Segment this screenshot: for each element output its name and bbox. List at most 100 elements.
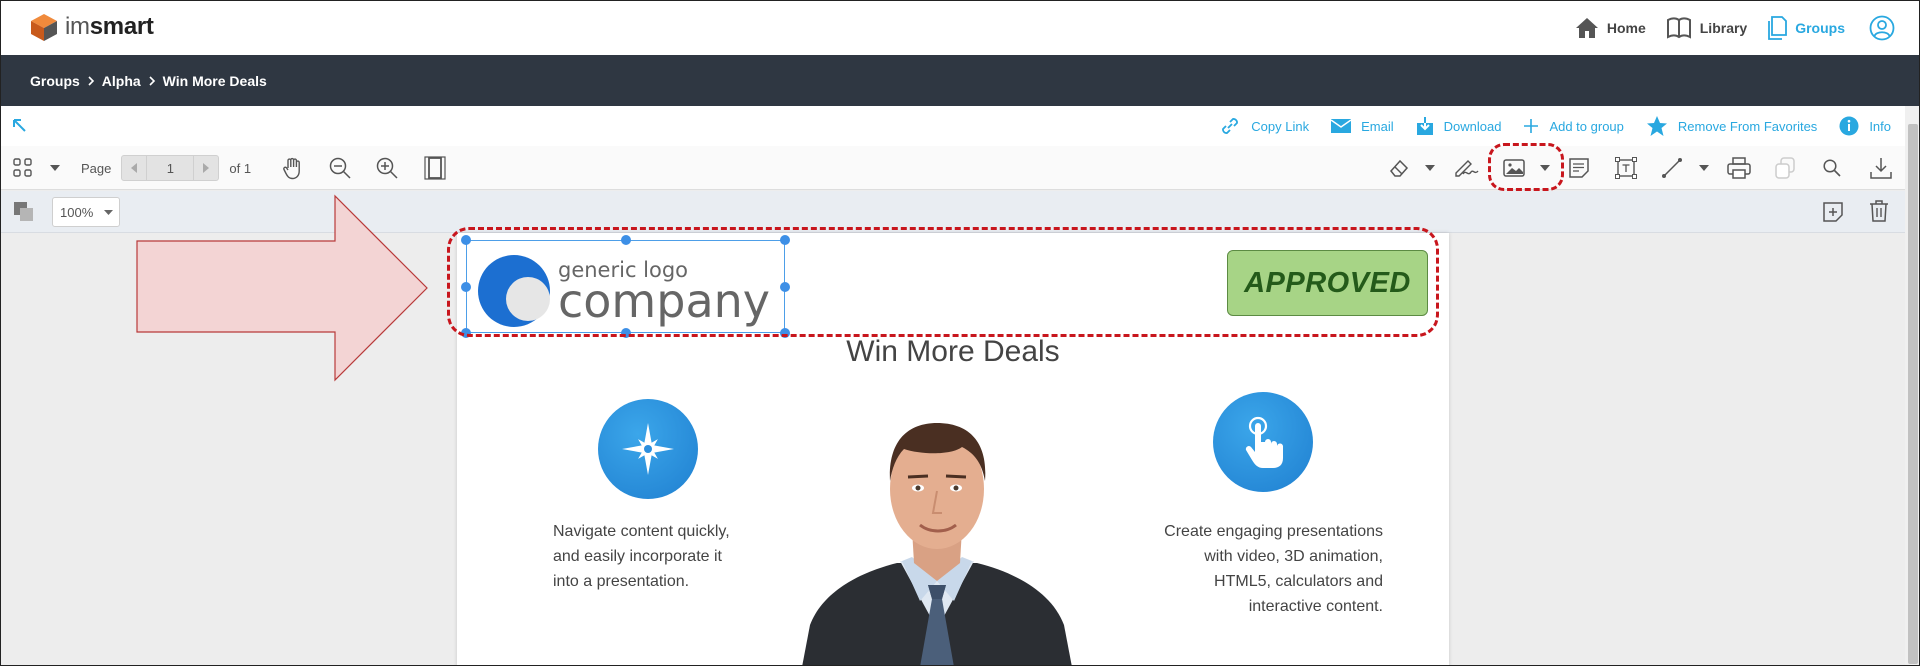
user-avatar-button[interactable] — [1869, 15, 1895, 41]
copy-line: HTML5, calculators and — [1214, 573, 1383, 590]
top-navigation: Home Library Groups — [1575, 1, 1895, 55]
zoom-select[interactable]: 100% — [52, 197, 120, 227]
print-button[interactable] — [1727, 146, 1751, 190]
user-icon — [1869, 15, 1895, 41]
breadcrumb-groups[interactable]: Groups — [30, 73, 80, 89]
thumbnails-dropdown[interactable] — [50, 146, 60, 190]
breadcrumb-bar: Groups Alpha Win More Deals — [1, 55, 1919, 106]
zoom-in-button[interactable] — [376, 146, 398, 190]
remove-favorites-label: Remove From Favorites — [1677, 118, 1818, 134]
textbox-tool-button[interactable] — [1615, 146, 1637, 190]
sticky-note-icon[interactable] — [1823, 202, 1843, 222]
hand-icon — [283, 157, 300, 180]
next-page-button[interactable] — [194, 156, 218, 180]
page-layout-button[interactable] — [424, 146, 446, 190]
copy-button[interactable] — [1775, 146, 1795, 190]
page-box — [121, 155, 220, 181]
email-icon — [1331, 119, 1352, 133]
line-tool-dropdown[interactable] — [1699, 146, 1709, 190]
search-icon — [1823, 159, 1841, 177]
chevron-right-icon — [203, 163, 210, 173]
document-actions: Copy Link Email Download Add to group Re… — [1219, 106, 1891, 146]
textbox-icon — [1615, 157, 1637, 179]
download-button[interactable]: Download — [1416, 116, 1502, 136]
caret-down-icon — [1425, 165, 1435, 171]
page-layout-icon — [424, 156, 446, 180]
link-icon — [1222, 118, 1239, 134]
email-label: Email — [1361, 118, 1394, 134]
app-window: imsmart Home Library Groups Groups Alpha… — [0, 0, 1920, 666]
download-label: Download — [1443, 118, 1502, 134]
add-to-group-label: Add to group — [1549, 118, 1624, 134]
scrollbar-thumb[interactable] — [1908, 124, 1918, 664]
collapse-arrow-icon[interactable] — [11, 117, 27, 133]
download-icon — [1416, 117, 1433, 135]
page-navigator: Page of 1 — [81, 146, 251, 190]
caret-down-icon — [1699, 165, 1709, 171]
remove-favorites-button[interactable]: Remove From Favorites — [1646, 115, 1817, 137]
note-icon — [1569, 158, 1589, 178]
info-icon — [1839, 116, 1859, 136]
copy-icon — [1775, 157, 1795, 179]
trash-icon[interactable] — [1869, 200, 1889, 222]
pointer-arrow-callout — [136, 194, 428, 382]
businessman-photo — [802, 423, 1072, 665]
navigate-feature-icon — [598, 399, 698, 499]
copy-line: with video, 3D animation, — [1204, 548, 1383, 565]
note-tool-button[interactable] — [1569, 146, 1589, 190]
logo-cube-icon — [31, 14, 57, 41]
page-count: of 1 — [229, 160, 252, 176]
star-icon — [1646, 116, 1667, 136]
page-label: Page — [81, 160, 112, 176]
page-number-input[interactable] — [146, 156, 195, 180]
zoom-out-button[interactable] — [329, 146, 351, 190]
engage-feature-icon — [1213, 392, 1313, 492]
plus-icon — [1524, 119, 1539, 133]
save-button[interactable] — [1870, 146, 1892, 190]
nav-library[interactable]: Library — [1666, 17, 1747, 39]
signature-icon — [1455, 160, 1479, 177]
print-icon — [1727, 157, 1751, 179]
nav-home-label: Home — [1606, 20, 1646, 36]
caret-down-icon — [104, 210, 113, 215]
vertical-scrollbar[interactable] — [1905, 106, 1919, 665]
copy-link-button[interactable]: Copy Link — [1219, 115, 1309, 137]
zoom-value: 100% — [60, 204, 94, 220]
eraser-tool-button[interactable] — [1388, 146, 1410, 190]
copy-line: interactive content. — [1248, 598, 1383, 615]
prev-page-button[interactable] — [122, 156, 146, 180]
email-button[interactable]: Email — [1331, 118, 1394, 134]
nav-library-label: Library — [1699, 20, 1748, 36]
save-icon — [1870, 158, 1892, 179]
caret-down-icon — [50, 165, 60, 171]
chevron-right-icon — [88, 75, 94, 86]
copy-line: into a presentation. — [553, 573, 690, 590]
zoom-out-icon — [329, 157, 351, 179]
highlight-image-tool-callout — [1488, 143, 1564, 191]
navigate-copy: Navigate content quickly, and easily inc… — [553, 519, 730, 594]
info-label: Info — [1869, 118, 1891, 134]
add-to-group-button[interactable]: Add to group — [1523, 118, 1624, 134]
thumbnails-toggle[interactable] — [13, 146, 33, 190]
copy-line: Navigate content quickly, — [553, 523, 730, 540]
app-logo[interactable]: imsmart — [29, 11, 154, 43]
nav-groups[interactable]: Groups — [1767, 16, 1845, 40]
copy-line: and easily incorporate it — [553, 548, 722, 565]
breadcrumb-alpha[interactable]: Alpha — [102, 73, 141, 89]
search-button[interactable] — [1823, 146, 1841, 190]
signature-tool-button[interactable] — [1454, 146, 1480, 190]
eraser-dropdown[interactable] — [1425, 146, 1435, 190]
eraser-icon — [1390, 159, 1409, 177]
breadcrumb: Groups Alpha Win More Deals — [30, 55, 267, 106]
compass-icon — [622, 423, 674, 475]
copy-line: Create engaging presentations — [1164, 523, 1383, 540]
info-button[interactable]: Info — [1839, 116, 1891, 136]
nav-home[interactable]: Home — [1575, 17, 1646, 39]
pan-tool-button[interactable] — [281, 146, 305, 190]
viewer-toolbar: Page of 1 — [1, 146, 1905, 190]
line-icon — [1662, 158, 1682, 178]
layers-icon[interactable] — [13, 201, 35, 223]
logo-text: imsmart — [65, 13, 154, 40]
line-tool-button[interactable] — [1661, 146, 1683, 190]
grid-icon — [13, 158, 32, 177]
